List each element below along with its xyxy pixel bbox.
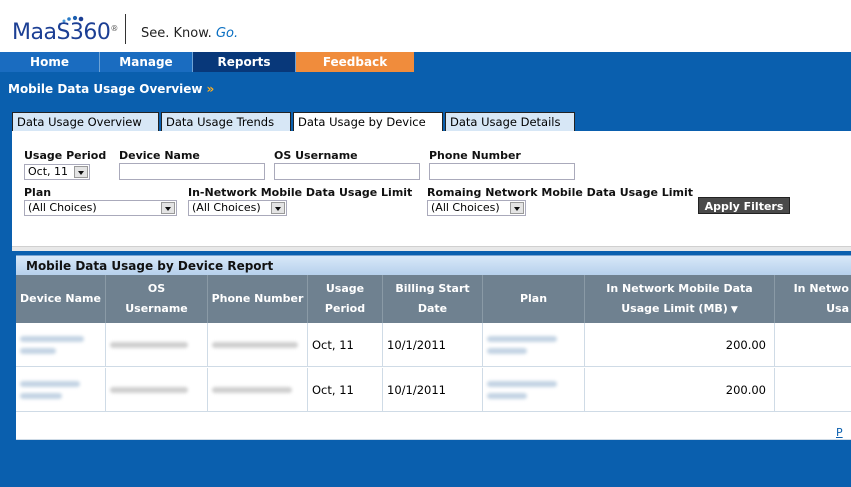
tagline-prefix: See. Know. xyxy=(141,26,212,41)
roaming-limit-value: (All Choices) xyxy=(431,201,500,214)
chevron-down-icon xyxy=(510,202,524,214)
col-device-name[interactable]: Device Name xyxy=(16,275,106,323)
usage-period-value: Oct, 11 xyxy=(28,165,69,178)
chevron-down-icon xyxy=(271,202,285,214)
in-network-limit-select[interactable]: (All Choices) xyxy=(188,200,287,216)
nav-manage[interactable]: Manage xyxy=(100,52,193,72)
tagline-go: Go. xyxy=(215,26,239,41)
tab-data-usage-by-device[interactable]: Data Usage by Device xyxy=(293,112,443,132)
section-title: Mobile Data Usage Overview» xyxy=(8,82,214,96)
cell-usage xyxy=(775,323,851,367)
cell-billing-start: 10/1/2011 xyxy=(383,368,483,412)
cell-device-name-redacted[interactable] xyxy=(16,368,106,412)
col-billing-start-line2: Date xyxy=(417,302,448,315)
plan-label: Plan xyxy=(24,186,52,199)
col-usage-period[interactable]: Usage Period xyxy=(308,275,383,323)
col-in-network-usage-line1: In Netwo xyxy=(793,282,849,295)
cell-plan-redacted xyxy=(483,323,585,367)
plan-select[interactable]: (All Choices) xyxy=(24,200,177,216)
cell-device-name-redacted[interactable] xyxy=(16,323,106,367)
tagline: See. Know. Go. xyxy=(141,26,238,41)
usage-period-label: Usage Period xyxy=(24,149,107,162)
cell-os-username-redacted xyxy=(106,368,208,412)
device-name-input[interactable] xyxy=(119,163,265,180)
tab-data-usage-trends[interactable]: Data Usage Trends xyxy=(161,112,291,132)
tab-data-usage-details[interactable]: Data Usage Details xyxy=(445,112,575,132)
os-username-label: OS Username xyxy=(274,149,358,162)
cell-plan-redacted xyxy=(483,368,585,412)
col-in-network-usage[interactable]: In Netwo Usa xyxy=(775,275,851,323)
col-os-username[interactable]: OS Username xyxy=(106,275,208,323)
header-divider xyxy=(125,14,126,44)
app-header: MaaS360® See. Know. Go. xyxy=(0,0,851,52)
section-title-text: Mobile Data Usage Overview xyxy=(8,82,203,96)
cell-billing-start: 10/1/2011 xyxy=(383,323,483,367)
nav-feedback[interactable]: Feedback xyxy=(296,52,414,72)
report-bottom-border xyxy=(16,439,851,440)
roaming-limit-label: Romaing Network Mobile Data Usage Limit xyxy=(427,186,694,199)
logo-text: MaaS360® xyxy=(12,20,118,45)
col-in-network-limit-line2: Usage Limit (MB) ▼ xyxy=(621,299,737,320)
cell-phone-redacted xyxy=(208,323,308,367)
roaming-limit-select[interactable]: (All Choices) xyxy=(427,200,526,216)
cell-limit: 200.00 xyxy=(585,323,775,367)
col-plan-label: Plan xyxy=(519,292,548,305)
cell-os-username-redacted xyxy=(106,323,208,367)
col-billing-start-date[interactable]: Billing Start Date xyxy=(383,275,483,323)
filter-panel: Usage Period Oct, 11 Device Name OS User… xyxy=(12,131,851,247)
col-usage-period-line1: Usage xyxy=(325,282,365,295)
col-os-username-line1: OS xyxy=(147,282,166,295)
in-network-limit-value: (All Choices) xyxy=(192,201,261,214)
chevron-down-icon xyxy=(74,166,88,178)
col-in-network-limit-line2-text: Usage Limit (MB) xyxy=(621,301,728,315)
col-in-network-limit[interactable]: In Network Mobile Data Usage Limit (MB) ▼ xyxy=(585,275,775,323)
apply-filters-button[interactable]: Apply Filters xyxy=(698,197,790,214)
plan-value: (All Choices) xyxy=(28,201,97,214)
col-in-network-limit-line1: In Network Mobile Data xyxy=(606,281,753,295)
col-plan[interactable]: Plan xyxy=(483,275,585,323)
device-name-label: Device Name xyxy=(119,149,200,162)
nav-reports[interactable]: Reports xyxy=(193,52,296,72)
col-usage-period-line2: Period xyxy=(324,302,366,315)
chevron-down-icon xyxy=(161,202,175,214)
col-in-network-usage-line2: Usa xyxy=(826,302,849,315)
cell-usage xyxy=(775,368,851,412)
cell-phone-redacted xyxy=(208,368,308,412)
cell-usage-period: Oct, 11 xyxy=(308,323,383,367)
phone-number-input[interactable] xyxy=(429,163,575,180)
tab-data-usage-overview[interactable]: Data Usage Overview xyxy=(12,112,159,132)
logo-wordmark: MaaS360 xyxy=(12,20,111,45)
table-row[interactable]: Oct, 11 10/1/2011 200.00 xyxy=(16,368,851,412)
sort-desc-icon[interactable]: ▼ xyxy=(731,305,738,315)
col-phone-number-label: Phone Number xyxy=(211,292,304,305)
maas360-logo[interactable]: MaaS360® xyxy=(12,14,118,45)
table-row[interactable]: Oct, 11 10/1/2011 200.00 xyxy=(16,323,851,367)
double-arrow-icon: » xyxy=(206,82,215,96)
filters-divider xyxy=(12,246,851,251)
col-device-name-label: Device Name xyxy=(20,292,101,305)
report-title: Mobile Data Usage by Device Report xyxy=(16,255,851,275)
nav-home[interactable]: Home xyxy=(0,52,100,72)
in-network-limit-label: In-Network Mobile Data Usage Limit xyxy=(188,186,413,199)
table-header: Device Name OS Username Phone Number Usag… xyxy=(16,275,851,323)
col-billing-start-line1: Billing Start xyxy=(395,282,470,295)
main-nav: Home Manage Reports Feedback xyxy=(0,52,851,72)
col-os-username-line2: Username xyxy=(125,302,188,315)
col-phone-number[interactable]: Phone Number xyxy=(208,275,308,323)
os-username-input[interactable] xyxy=(274,163,420,180)
usage-period-select[interactable]: Oct, 11 xyxy=(24,164,90,180)
cell-usage-period: Oct, 11 xyxy=(308,368,383,412)
phone-number-label: Phone Number xyxy=(429,149,521,162)
pager-link[interactable]: P xyxy=(836,426,843,439)
device-report: Mobile Data Usage by Device Report Devic… xyxy=(16,255,851,440)
logo-registered-mark: ® xyxy=(110,24,118,33)
cell-limit: 200.00 xyxy=(585,368,775,412)
